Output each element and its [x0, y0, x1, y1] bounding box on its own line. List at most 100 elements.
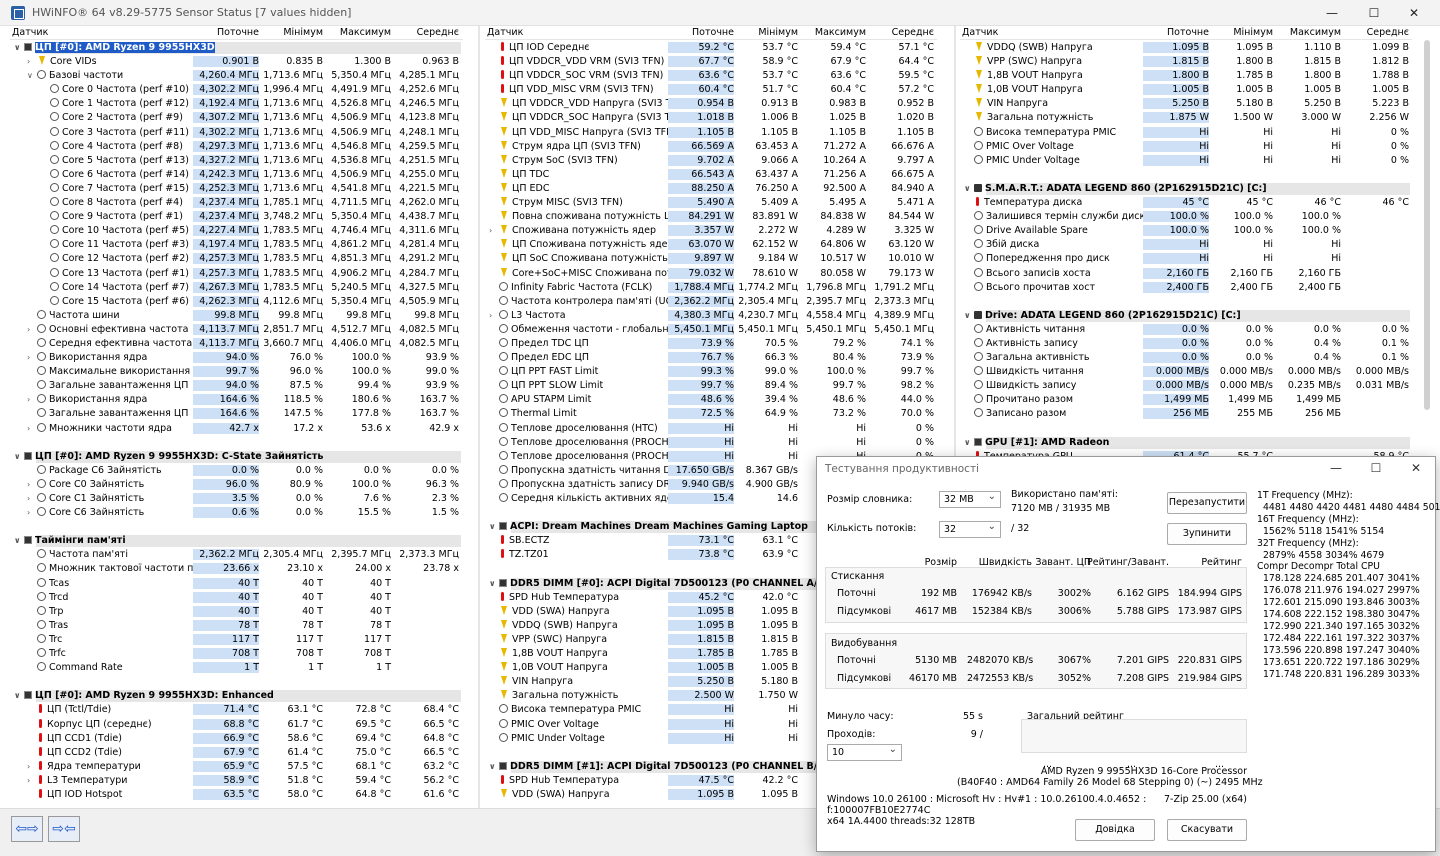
- sensor-row[interactable]: ЦП TDC 66.543 A 63.437 A 71.256 A 66.675 A: [485, 168, 937, 182]
- sensor-row[interactable]: Tcas 40 T 40 T 40 T: [10, 577, 463, 591]
- sensor-row[interactable]: › Споживана потужність ядер 3.357 W 2.272 W…: [485, 224, 937, 238]
- sensor-row[interactable]: Теплове дроселювання (HTC) Ні Ні Ні 0 %: [485, 422, 937, 436]
- chevron-down-icon[interactable]: ∨: [964, 184, 974, 193]
- sensor-row[interactable]: Загальне завантаження ЦП 94.0 % 87.5 % 99.4…: [10, 379, 463, 393]
- sensor-row[interactable]: ЦП SoC Споживана потужність (S...9.897 W…: [485, 252, 937, 266]
- sensor-row[interactable]: › Ядра температури 65.9 °C 57.5 °C 68.1 °C 63…: [10, 760, 463, 774]
- dialog-maximize-button[interactable]: ☐: [1367, 461, 1385, 477]
- sensor-row[interactable]: Струм ядра ЦП (SVI3 TFN) 66.569 A 63.453 A…: [485, 140, 937, 154]
- sensor-row[interactable]: Core 0 Частота (perf #10) 4,302.2 МГц 1,99…: [10, 83, 463, 97]
- sensor-row[interactable]: Корпус ЦП (середнє) 68.8 °C 61.7 °C 69.5 °C…: [10, 718, 463, 732]
- sensor-row[interactable]: Загальне завантаження ЦП 164.6 % 147.5 % 17…: [10, 407, 463, 421]
- sensor-row[interactable]: Core 3 Частота (perf #11) 4,302.2 МГц 1,71…: [10, 126, 463, 140]
- maximize-button[interactable]: ☐: [1364, 4, 1384, 22]
- sensor-row[interactable]: › Множники частоти ядра 42.7 x 17.2 x 53.6 x…: [10, 422, 463, 436]
- sensor-row[interactable]: › Основні ефективна частота 4,113.7 МГц 2,8…: [10, 323, 463, 337]
- sensor-row[interactable]: Core 14 Частота (perf #7) 4,267.3 МГц 1,78…: [10, 281, 463, 295]
- sensor-row[interactable]: PMIC Under Voltage Ні Ні Ні 0 %: [960, 154, 1412, 168]
- sensor-row[interactable]: Загальна потужність 1.875 W 1.500 W 3.000 W…: [960, 111, 1412, 125]
- sensor-row[interactable]: ЦП PPT SLOW Limit 99.7 % 89.4 % 99.7 % 98.2 …: [485, 379, 937, 393]
- chevron-right-icon[interactable]: ›: [27, 57, 37, 66]
- sensor-row[interactable]: Прочитано разом 1,499 МБ 1,499 МБ 1,499 МБ: [960, 393, 1412, 407]
- chevron-down-icon[interactable]: ∨: [964, 438, 974, 447]
- sensor-row[interactable]: Загальна активність 0.0 % 0.0 % 0.4 % 0.1 %: [960, 351, 1412, 365]
- chevron-down-icon[interactable]: ∨: [14, 691, 24, 700]
- chevron-right-icon[interactable]: ›: [489, 311, 499, 320]
- sensor-row[interactable]: Активність читання 0.0 % 0.0 % 0.0 % 0.0 %: [960, 323, 1412, 337]
- sensor-row[interactable]: 1,8В VOUT Напруга 1.800 В 1.785 В 1.800 В 1.…: [960, 69, 1412, 83]
- column-max-header[interactable]: Максимум: [1290, 27, 1341, 38]
- sensor-row[interactable]: › L3 Температури 58.9 °C 51.8 °C 59.4 °C 56.2…: [10, 774, 463, 788]
- sensor-row[interactable]: Швидкість запису 0.000 MB/s 0.000 MB/s 0.23…: [960, 379, 1412, 393]
- sensor-group-header[interactable]: ∨ ЦП [#0]: AMD Ryzen 9 9955HX3D: C-State …: [10, 450, 463, 464]
- sensor-row[interactable]: ЦП Споживана потужність ядер (...63.070 …: [485, 238, 937, 252]
- column-max-header[interactable]: Максимум: [815, 27, 866, 38]
- sensor-row[interactable]: Струм MISC (SVI3 TFN) 5.490 A 5.409 A 5.495…: [485, 196, 937, 210]
- column-sensor-header[interactable]: Датчик: [962, 27, 998, 38]
- sensor-row[interactable]: Trc 117 T 117 T 117 T: [10, 633, 463, 647]
- chevron-down-icon[interactable]: ∨: [489, 762, 499, 771]
- sensor-row[interactable]: Струм SoC (SVI3 TFN) 9.702 A 9.066 A 10.264…: [485, 154, 937, 168]
- sensor-group-header[interactable]: ∨ S.M.A.R.T.: ADATA LEGEND 860 (2P162915D…: [960, 182, 1412, 196]
- sensor-row[interactable]: 1,0В VOUT Напруга 1.005 В 1.005 В 1.005 В 1.…: [960, 83, 1412, 97]
- sensor-row[interactable]: ЦП VDDCR_VDD VRM (SVI3 TFN) 67.7 °C 58.9 °…: [485, 55, 937, 69]
- sensor-row[interactable]: ∨ Базові частоти 4,260.4 МГц 1,713.6 МГц 5,3…: [10, 69, 463, 83]
- column-min-header[interactable]: Мінімум: [758, 27, 798, 38]
- sensor-row[interactable]: Core 1 Частота (perf #12) 4,192.4 МГц 1,71…: [10, 97, 463, 111]
- restart-button[interactable]: Перезапустити: [1167, 492, 1247, 514]
- chevron-right-icon[interactable]: ›: [27, 508, 37, 517]
- sensor-group-header[interactable]: ∨ ЦП [#0]: AMD Ryzen 9 9955HX3D: [10, 41, 463, 55]
- sensor-row[interactable]: ЦП IOD Hotspot 63.5 °C 58.0 °C 64.8 °C 61.6 …: [10, 788, 463, 802]
- sensor-row[interactable]: ЦП VDDCR_VDD Напруга (SVI3 T... 0.954 В 0.…: [485, 97, 937, 111]
- sensor-row[interactable]: Частота пам'яті 2,362.2 МГц 2,305.4 МГц 2,3…: [10, 548, 463, 562]
- dialog-close-button[interactable]: ✕: [1407, 461, 1425, 477]
- sensor-row[interactable]: Core 9 Частота (perf #1) 4,237.4 МГц 3,748…: [10, 210, 463, 224]
- sensor-row[interactable]: Обмеження частоти - глобальне 5,450.1 МГц…: [485, 323, 937, 337]
- sensor-row[interactable]: ЦП IOD Середнє 59.2 °C 53.7 °C 59.4 °C 57.1 …: [485, 41, 937, 55]
- close-button[interactable]: ✕: [1404, 4, 1424, 22]
- sensor-row[interactable]: ЦП VDDCR_SOC VRM (SVI3 TFN) 63.6 °C 53.7 °…: [485, 69, 937, 83]
- sensor-row[interactable]: Core 5 Частота (perf #13) 4,327.2 МГц 1,71…: [10, 154, 463, 168]
- stop-button[interactable]: Зупинити: [1167, 523, 1247, 545]
- chevron-right-icon[interactable]: ›: [27, 776, 37, 785]
- passes-select[interactable]: 10: [827, 744, 902, 761]
- panel-3-scrollbar[interactable]: [1424, 40, 1430, 410]
- chevron-down-icon[interactable]: ∨: [489, 579, 499, 588]
- sensor-row[interactable]: ЦП CCD2 (Tdie) 67.9 °C 61.4 °C 75.0 °C 66.5 …: [10, 746, 463, 760]
- sensor-row[interactable]: Предел EDC ЦП 76.7 % 66.3 % 80.4 % 73.9 %: [485, 351, 937, 365]
- sensor-group-header[interactable]: ∨ Таймінги пам'яті: [10, 534, 463, 548]
- sensor-row[interactable]: ЦП VDD_MISC Напруга (SVI3 TFN) 1.105 В 1.1…: [485, 126, 937, 140]
- sensor-group-header[interactable]: ∨ Drive: ADATA LEGEND 860 (2P162915D21C) …: [960, 309, 1412, 323]
- sensor-row[interactable]: Збій диска Ні Ні Ні: [960, 238, 1412, 252]
- chevron-right-icon[interactable]: ›: [489, 226, 499, 235]
- chevron-down-icon[interactable]: ∨: [489, 522, 499, 531]
- sensor-row[interactable]: › L3 Частота 4,380.3 МГц 4,230.7 МГц 4,558.4…: [485, 309, 937, 323]
- sensor-row[interactable]: Tras 78 T 78 T 78 T: [10, 619, 463, 633]
- sensor-row[interactable]: Core 11 Частота (perf #3) 4,197.4 МГц 1,78…: [10, 238, 463, 252]
- sensor-row[interactable]: Core 13 Частота (perf #1) 4,257.3 МГц 1,78…: [10, 267, 463, 281]
- sensor-row[interactable]: PMIC Over Voltage Ні Ні Ні 0 %: [960, 140, 1412, 154]
- chevron-down-icon[interactable]: ∨: [14, 43, 24, 52]
- column-avg-header[interactable]: Середнє: [1367, 27, 1409, 38]
- chevron-right-icon[interactable]: ›: [27, 494, 37, 503]
- back-forward-arrows-icon[interactable]: ⇦⇨: [11, 816, 43, 842]
- sensor-row[interactable]: Активність запису 0.0 % 0.0 % 0.4 % 0.1 %: [960, 337, 1412, 351]
- sensor-row[interactable]: ЦП (Tctl/Tdie) 71.4 °C 63.1 °C 72.8 °C 68.4 …: [10, 703, 463, 717]
- dialog-minimize-button[interactable]: —: [1327, 461, 1345, 477]
- sensor-row[interactable]: Core 8 Частота (perf #4) 4,237.4 МГц 1,785…: [10, 196, 463, 210]
- sensor-row[interactable]: Trcd 40 T 40 T 40 T: [10, 591, 463, 605]
- column-min-header[interactable]: Мінімум: [1233, 27, 1273, 38]
- sensor-row[interactable]: VPP (SWC) Напруга 1.815 В 1.800 В 1.815 В 1.…: [960, 55, 1412, 69]
- sensor-row[interactable]: Core 6 Частота (perf #14) 4,242.3 МГц 1,71…: [10, 168, 463, 182]
- chevron-down-icon[interactable]: ∨: [27, 71, 37, 80]
- column-sensor-header[interactable]: Датчик: [487, 27, 523, 38]
- sensor-row[interactable]: Середня ефективна частота 4,113.7 МГц 3,66…: [10, 337, 463, 351]
- column-current-header[interactable]: Поточне: [217, 27, 259, 38]
- sensor-row[interactable]: Швидкість читання 0.000 MB/s 0.000 MB/s 0.0…: [960, 365, 1412, 379]
- sensor-row[interactable]: › Core C1 Зайнятість 3.5 % 0.0 % 7.6 % 2.3 %: [10, 492, 463, 506]
- dict-size-select[interactable]: 32 MB: [939, 491, 1001, 508]
- chevron-right-icon[interactable]: ›: [27, 762, 37, 771]
- sensor-row[interactable]: ЦП CCD1 (Tdie) 66.9 °C 58.6 °C 69.4 °C 64.8 …: [10, 732, 463, 746]
- sensor-row[interactable]: Записано разом 256 МБ 255 МБ 256 МБ: [960, 407, 1412, 421]
- sensor-row[interactable]: ЦП VDDCR_SOC Напруга (SVI3 T... 1.018 В 1.…: [485, 111, 937, 125]
